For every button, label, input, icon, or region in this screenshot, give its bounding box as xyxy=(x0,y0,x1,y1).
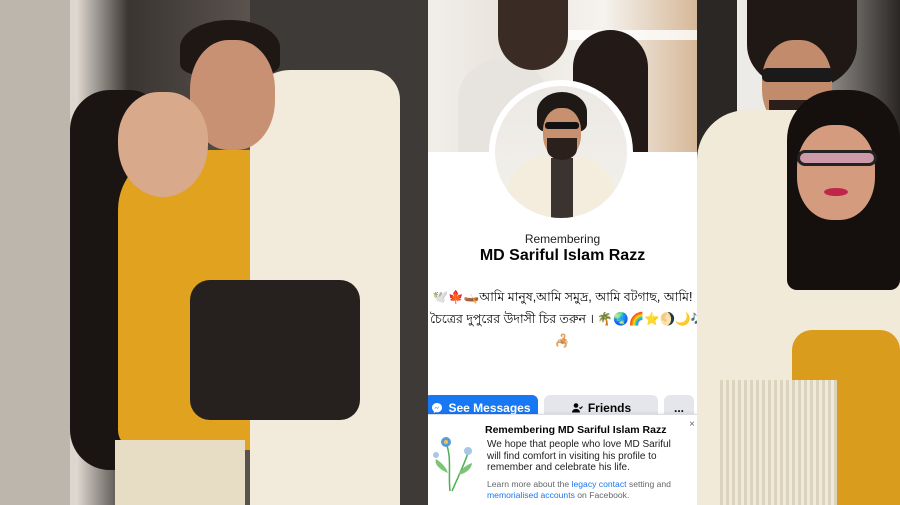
cover-man-hair xyxy=(498,0,568,70)
legacy-contact-link[interactable]: legacy contact xyxy=(572,479,627,489)
sunglasses xyxy=(762,68,834,82)
messenger-icon xyxy=(431,402,443,414)
avatar[interactable] xyxy=(495,86,627,218)
memorial-label: Remembering xyxy=(524,232,601,246)
right-couple-photo xyxy=(697,0,900,505)
memorial-card-body: We hope that people who love MD Sariful … xyxy=(487,439,671,473)
friends-label: Friends xyxy=(587,401,632,415)
woman-face xyxy=(118,92,208,197)
woman-face xyxy=(797,125,875,220)
memorialised-accounts-link[interactable]: memorialised accounts xyxy=(487,490,575,500)
memorial-card-footer: Learn more about the legacy contact sett… xyxy=(487,479,692,501)
floral-skirt xyxy=(115,440,245,505)
friends-icon xyxy=(571,402,583,414)
flower-illustration xyxy=(433,437,472,492)
see-messages-label: See Messages xyxy=(448,401,531,415)
memorial-card-title: Remembering MD Sariful Islam Razz xyxy=(485,424,667,436)
footer-text: Learn more about the xyxy=(487,479,570,489)
close-icon[interactable]: × xyxy=(689,419,695,430)
bio-line: চৈত্রের দুপুরের উদাসী চির তরুন । 🌴🌏🌈⭐🌖🌙🎶 xyxy=(430,312,697,326)
wall-background xyxy=(0,0,70,505)
purple-glasses xyxy=(797,150,877,166)
profile-bio: 🕊️🍁🛶আমি মানুষ,আমি সমুদ্র, আমি বটগাছ, আমি… xyxy=(428,286,697,352)
shawl-fringe xyxy=(717,380,837,505)
more-icon: ... xyxy=(673,401,684,415)
avatar-shirt xyxy=(551,158,573,218)
memorial-info-card: × Remembering MD Sariful Islam Razz We h… xyxy=(428,414,697,505)
facebook-memorial-profile: Remembering MD Sariful Islam Razz 🕊️🍁🛶আম… xyxy=(428,0,697,505)
avatar-beard xyxy=(547,138,577,160)
footer-text: on Facebook. xyxy=(577,490,630,500)
bio-line: 🕊️🍁🛶আমি মানুষ,আমি সমুদ্র, আমি বটগাছ, আমি… xyxy=(432,290,693,304)
woman-lips xyxy=(824,188,848,196)
bio-line: 🦂 xyxy=(554,334,571,348)
profile-name[interactable]: MD Sariful Islam Razz xyxy=(428,247,697,265)
avatar-glasses xyxy=(545,122,579,129)
footer-text: setting and xyxy=(628,479,671,489)
profile-actions: See Messages Friends ... xyxy=(428,395,697,421)
left-couple-photo xyxy=(0,0,428,505)
dark-jacket xyxy=(190,280,360,420)
